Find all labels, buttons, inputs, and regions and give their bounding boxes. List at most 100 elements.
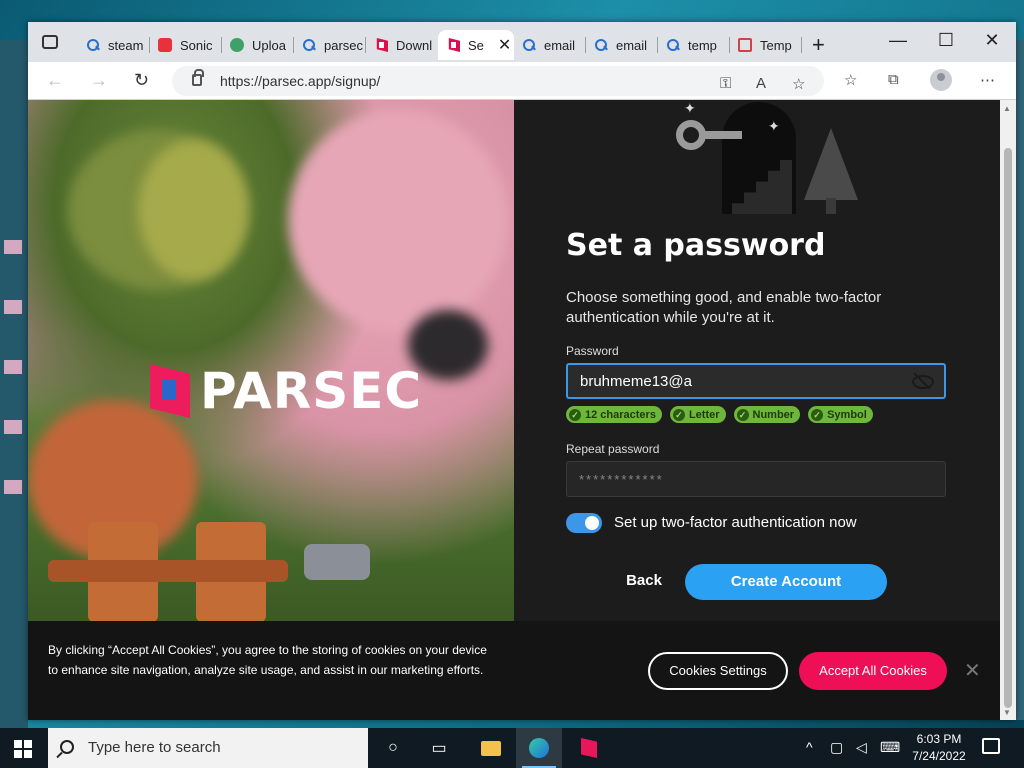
sparkle-icon: ✦ — [768, 118, 780, 134]
more-menu-icon[interactable]: ⋯ — [980, 71, 995, 89]
new-tab-button[interactable]: + — [812, 32, 825, 58]
requirement-badge: ✓ Symbol — [808, 406, 873, 423]
windows-start-icon[interactable] — [14, 740, 32, 758]
clock-time: 6:03 PM — [916, 732, 962, 746]
read-aloud-icon[interactable]: A — [756, 75, 766, 92]
address-bar: ← → ↻ https://parsec.app/signup/ ⚿ A ☆ ☆… — [28, 62, 1016, 100]
page-title: Set a password — [566, 228, 826, 263]
two-factor-toggle[interactable] — [566, 513, 602, 533]
tab-download[interactable]: Downl — [366, 30, 438, 60]
tab-steam[interactable]: steam — [78, 30, 150, 60]
hero-image: PARSEC — [28, 100, 514, 621]
accept-all-cookies-button[interactable]: Accept All Cookies — [799, 652, 947, 690]
add-favorite-icon[interactable]: ☆ — [792, 75, 805, 93]
tab-signup-active[interactable]: Se ✕ — [438, 30, 514, 60]
password-input[interactable]: bruhmeme13@a — [566, 363, 946, 399]
task-view-icon[interactable]: ▭ — [416, 728, 462, 768]
tab-temp-mail[interactable]: Temp — [730, 30, 802, 60]
page-scrollbar[interactable]: ▲ ▼ — [1000, 100, 1016, 720]
create-account-button[interactable]: Create Account — [685, 564, 887, 600]
search-icon — [666, 38, 680, 52]
tab-email-2[interactable]: email — [586, 30, 658, 60]
url-text[interactable]: https://parsec.app/signup/ — [220, 73, 380, 89]
url-field[interactable]: https://parsec.app/signup/ ⚿ A ☆ — [172, 66, 824, 96]
requirement-badge: ✓ Number — [733, 406, 801, 423]
scroll-thumb[interactable] — [1004, 148, 1012, 708]
tab-email-1[interactable]: email — [514, 30, 586, 60]
desktop-tile — [4, 240, 22, 254]
folder-shape — [481, 740, 501, 756]
search-icon — [60, 740, 74, 754]
mail-icon — [738, 38, 752, 52]
clock-date: 7/24/2022 — [912, 749, 966, 763]
parsec-icon — [448, 38, 460, 52]
password-value[interactable]: bruhmeme13@a — [580, 373, 692, 390]
cookies-settings-button[interactable]: Cookies Settings — [648, 652, 788, 690]
maximize-button[interactable]: ☐ — [924, 30, 968, 51]
password-requirements: ✓ 12 characters ✓ Letter ✓ Number ✓ Symbol — [566, 406, 873, 423]
check-icon: ✓ — [569, 408, 581, 421]
back-button[interactable]: Back — [616, 566, 672, 596]
check-icon: ✓ — [811, 408, 824, 421]
minimize-button[interactable]: — — [876, 30, 920, 51]
trunk-shape — [826, 198, 836, 214]
edge-icon[interactable] — [516, 728, 562, 768]
tab-sonic[interactable]: Sonic — [150, 30, 222, 60]
check-icon: ✓ — [672, 408, 685, 421]
key-icon[interactable]: ⚿ — [720, 75, 731, 92]
tab-temp-search[interactable]: temp — [658, 30, 730, 60]
taskbar-clock[interactable]: 6:03 PM 7/24/2022 — [900, 731, 978, 765]
reload-icon[interactable]: ↻ — [134, 70, 149, 91]
back-arrow-icon[interactable]: ← — [46, 70, 64, 91]
tab-title: Sonic — [180, 37, 213, 53]
tab-upload[interactable]: Uploa — [222, 30, 294, 60]
parsec-logo-icon — [150, 364, 190, 418]
upload-icon — [230, 38, 244, 52]
parsec-app-icon[interactable] — [566, 728, 612, 768]
desktop-left-strip — [0, 40, 28, 740]
cortana-icon[interactable]: ○ — [370, 728, 416, 768]
forward-arrow-icon[interactable]: → — [90, 70, 108, 91]
tab-title: steam — [108, 37, 144, 53]
requirement-label: Symbol — [827, 408, 867, 421]
tree-blob — [288, 110, 508, 330]
scroll-up-icon[interactable]: ▲ — [1003, 104, 1011, 113]
repeat-password-input[interactable]: ************ — [566, 461, 946, 497]
requirement-label: Letter — [688, 408, 720, 421]
roblox-icon — [158, 38, 172, 52]
taskbar-search[interactable]: Type here to search — [48, 728, 368, 768]
close-tab-icon[interactable]: ✕ — [498, 35, 511, 55]
requirement-badge: ✓ Letter — [669, 406, 726, 423]
lock-icon[interactable] — [192, 69, 204, 86]
scroll-down-icon[interactable]: ▼ — [1003, 708, 1011, 717]
profile-avatar[interactable] — [930, 69, 952, 91]
tab-parsec-search[interactable]: parsec — [294, 30, 366, 60]
window-close-button[interactable]: ✕ — [970, 30, 1014, 51]
parsec-icon — [376, 38, 388, 52]
start-pane — [24, 740, 32, 748]
search-icon — [86, 38, 100, 52]
tab-title: Se — [468, 37, 484, 53]
parsec-logo: PARSEC — [150, 362, 422, 420]
tray-chevron-icon[interactable]: ^ — [806, 739, 813, 755]
keyboard-icon[interactable]: ⌨ — [880, 739, 900, 756]
file-explorer-icon[interactable] — [468, 728, 514, 768]
desktop-tile — [4, 360, 22, 374]
signup-page: PARSEC ✦ ✦ Set a password Choose somethi… — [28, 100, 1000, 720]
volume-icon[interactable]: ◁ — [856, 739, 867, 756]
tab-title: Temp — [760, 37, 792, 53]
collections-icon[interactable]: ⧉ — [888, 71, 899, 88]
favorites-icon[interactable]: ☆ — [844, 71, 857, 89]
tab-title: email — [544, 37, 576, 53]
close-cookie-banner-icon[interactable]: ✕ — [964, 658, 981, 683]
taskbar-search-placeholder[interactable]: Type here to search — [88, 739, 221, 756]
desktop-tile — [4, 480, 22, 494]
repeat-password-value[interactable]: ************ — [579, 472, 664, 487]
hide-password-icon[interactable] — [912, 373, 934, 389]
tab-title: Downl — [396, 37, 433, 53]
tab-actions-icon[interactable] — [42, 35, 58, 49]
tab-bar: steam Sonic Uploa parsec Downl Se ✕ emai… — [28, 22, 1016, 62]
notifications-icon[interactable] — [982, 738, 1000, 754]
network-icon[interactable]: ▢ — [830, 739, 843, 756]
requirement-label: 12 characters — [585, 408, 656, 421]
